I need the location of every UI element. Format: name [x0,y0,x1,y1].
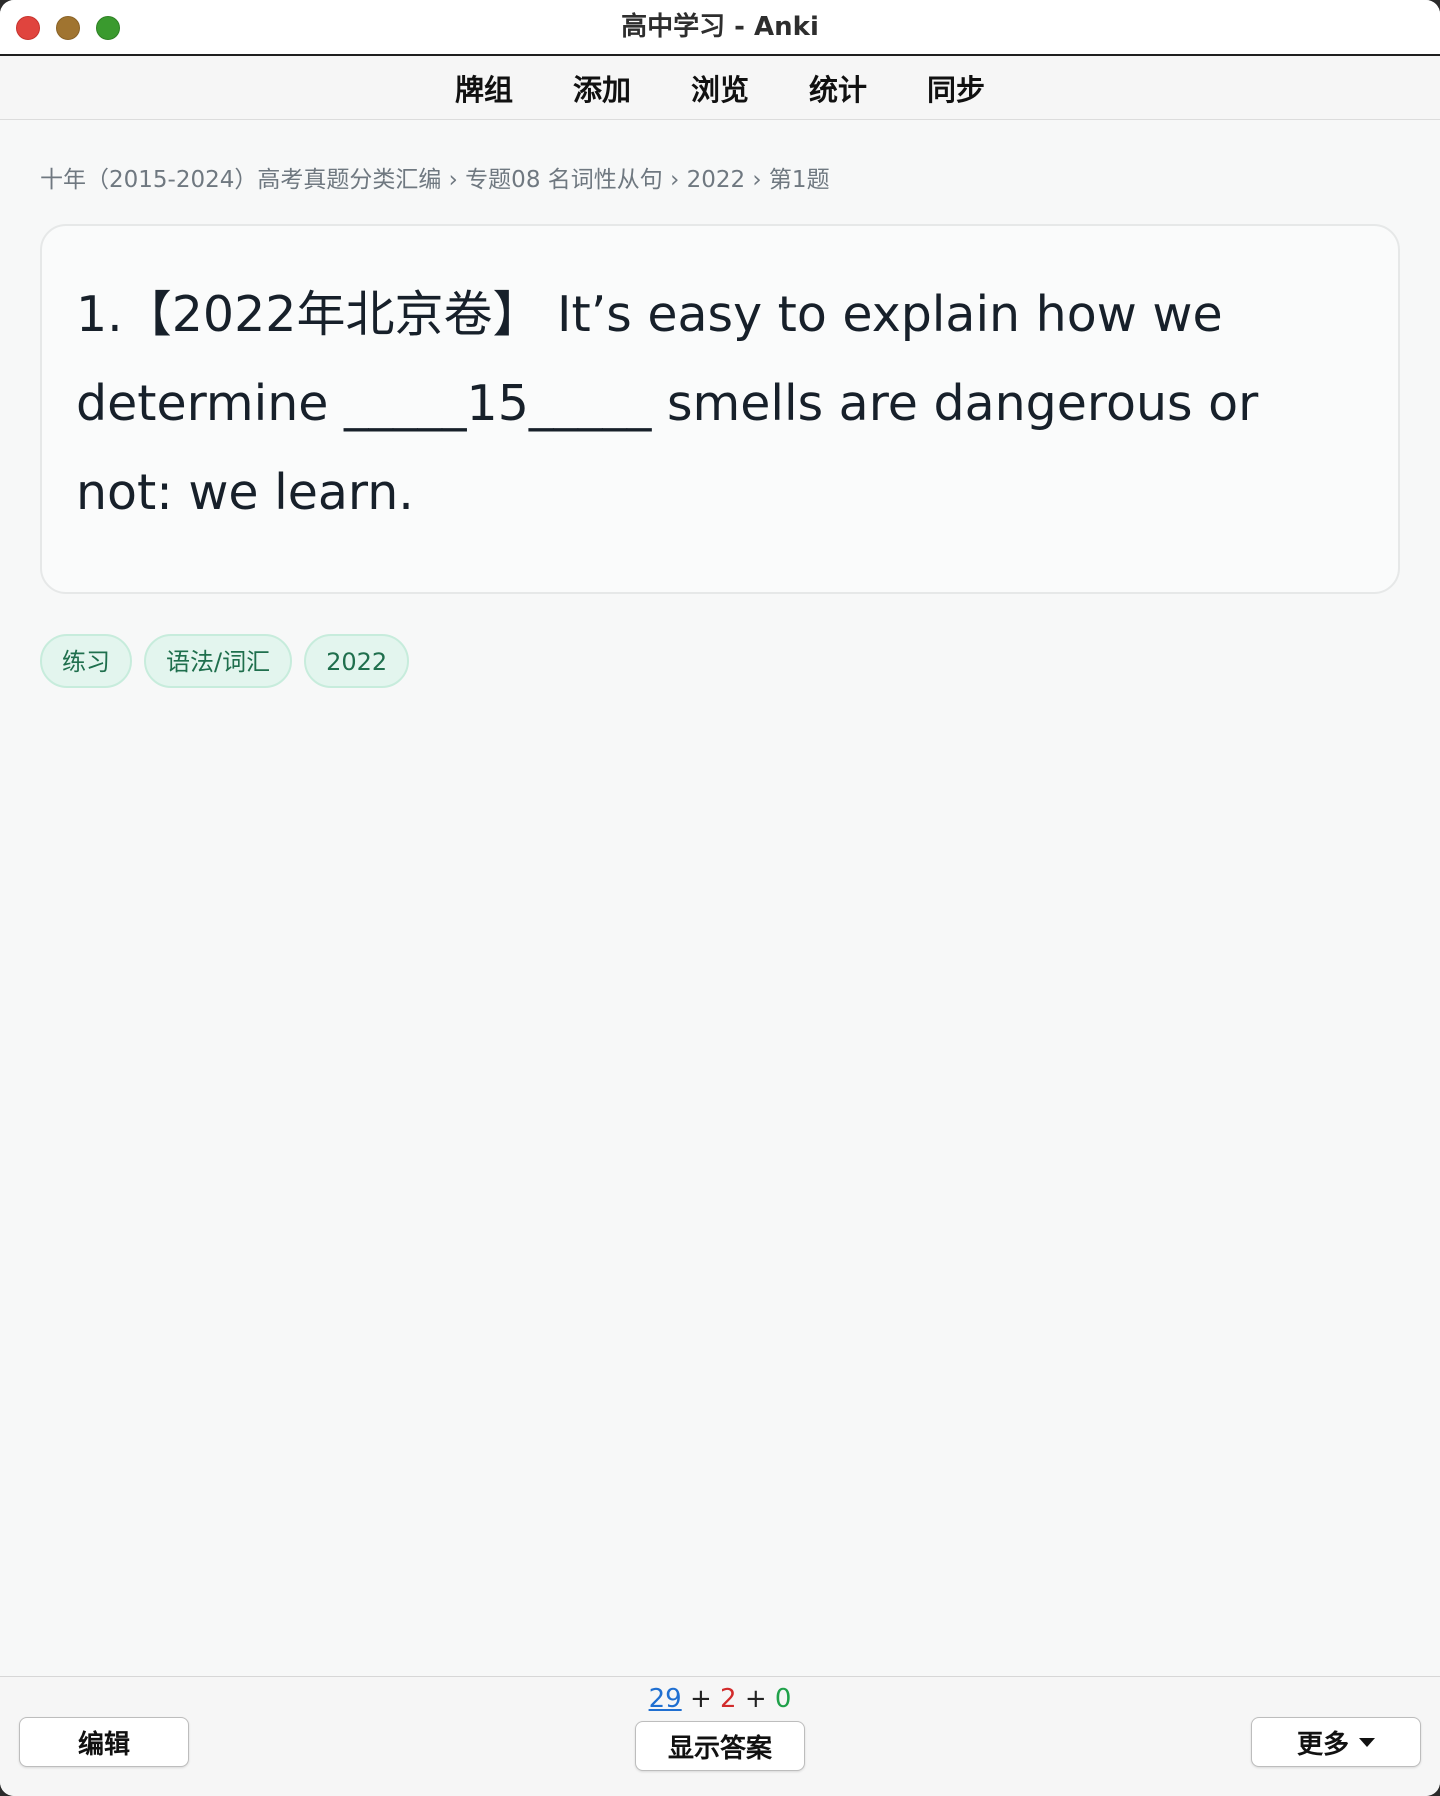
tag-list: 练习 语法/词汇 2022 [40,634,410,688]
anki-window: 高中学习 - Anki 牌组 添加 浏览 统计 同步 十年（2015-2024）… [0,0,1440,1796]
more-button-label: 更多 [1296,1729,1349,1760]
count-separator: + [689,1684,712,1714]
tag-year: 2022 [304,634,410,688]
edit-button[interactable]: 编辑 [19,1717,189,1767]
question-card: 1.【2022年北京卷】 It’s easy to explain how we… [40,224,1400,594]
more-button[interactable]: 更多 [1251,1717,1421,1767]
top-menu-bar: 牌组 添加 浏览 统计 同步 [0,56,1440,120]
due-counts: 29 + 2 + 0 [0,1684,1440,1714]
window-title: 高中学习 - Anki [621,12,819,42]
learning-count: 2 [720,1684,737,1714]
menu-stats[interactable]: 统计 [807,67,869,109]
menu-browse[interactable]: 浏览 [689,67,751,109]
menu-decks[interactable]: 牌组 [453,67,515,109]
menu-add[interactable]: 添加 [571,67,633,109]
show-answer-button[interactable]: 显示答案 [635,1721,805,1771]
menu-sync[interactable]: 同步 [925,67,987,109]
caret-down-icon [1359,1737,1375,1747]
edit-button-label: 编辑 [77,1729,130,1760]
tag-practice: 练习 [40,634,132,688]
title-bar: 高中学习 - Anki [0,0,1440,56]
review-count: 0 [774,1684,792,1714]
count-separator: + [744,1684,767,1714]
new-count[interactable]: 29 [649,1684,682,1714]
show-answer-label: 显示答案 [667,1733,772,1764]
breadcrumb: 十年（2015-2024）高考真题分类汇编 › 专题08 名词性从句 › 202… [40,167,830,193]
tag-grammar-vocab: 语法/词汇 [144,634,293,688]
question-text: 1.【2022年北京卷】 It’s easy to explain how we… [76,286,1259,521]
